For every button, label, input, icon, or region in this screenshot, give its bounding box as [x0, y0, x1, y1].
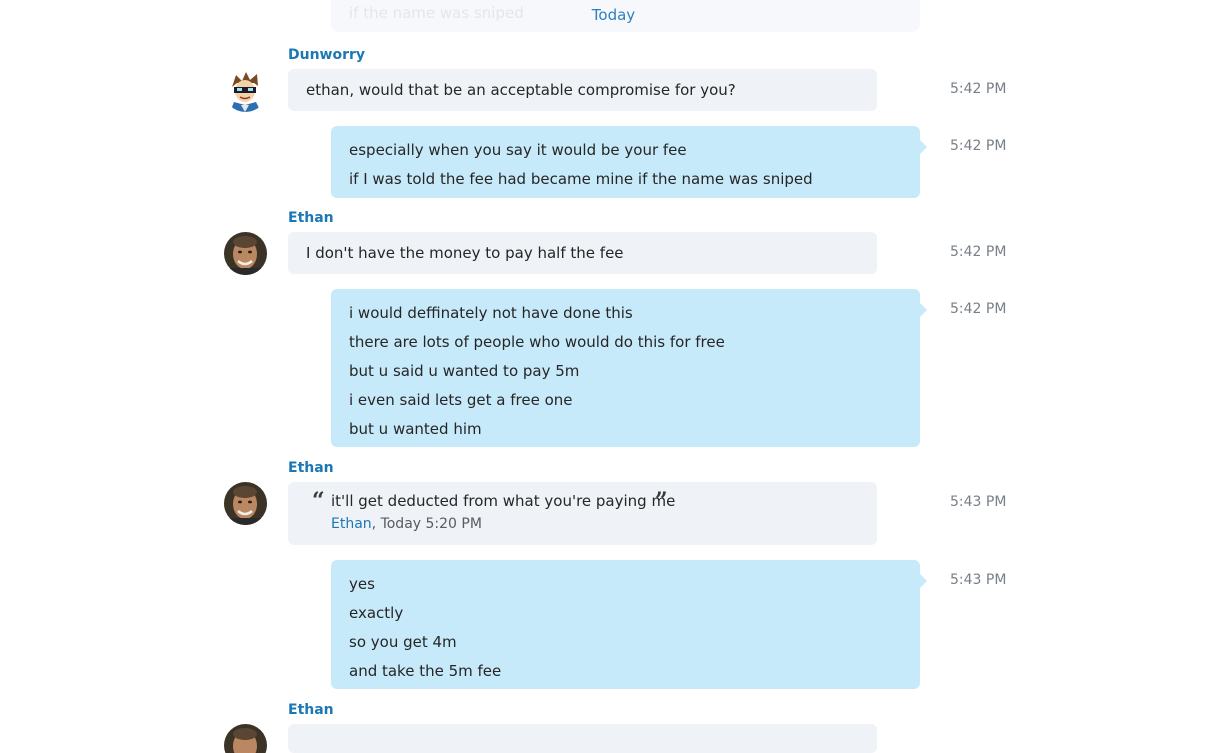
- avatar[interactable]: [224, 232, 267, 275]
- quote-text: it'll get deducted from what you're payi…: [331, 492, 676, 510]
- message-line: especially when you say it would be your…: [349, 141, 687, 159]
- incoming-quote-bubble[interactable]: “ it'll get deducted from what you're pa…: [288, 482, 877, 545]
- message-timestamp: 5:42 PM: [950, 301, 1007, 317]
- sender-name[interactable]: Ethan: [288, 460, 334, 476]
- date-divider: Today: [591, 6, 636, 24]
- sender-name[interactable]: Ethan: [288, 210, 334, 226]
- sender-name[interactable]: Ethan: [288, 702, 334, 718]
- message-timestamp: 5:42 PM: [950, 244, 1007, 260]
- message-line: if I was told the fee had became mine if…: [349, 170, 813, 188]
- incoming-message-bubble[interactable]: I don't have the money to pay half the f…: [288, 232, 877, 274]
- quote-open-icon: “: [312, 488, 325, 514]
- quote-close-icon: ”: [655, 488, 668, 514]
- message-line: i would deffinately not have done this: [349, 304, 633, 322]
- avatar-photo-icon: [224, 232, 267, 275]
- message-timestamp: 5:42 PM: [950, 81, 1007, 97]
- avatar-anime-character-icon: [224, 69, 267, 112]
- message-timestamp: 5:42 PM: [950, 138, 1007, 154]
- chat-conversation: if the name was sniped Today Dunworry et…: [0, 0, 1227, 753]
- outgoing-message-bubble[interactable]: i would deffinately not have done this t…: [331, 289, 927, 447]
- sender-name[interactable]: Dunworry: [288, 47, 365, 63]
- quote-source: Ethan, Today 5:20 PM: [331, 516, 482, 532]
- message-text: ethan, would that be an acceptable compr…: [306, 81, 736, 99]
- avatar[interactable]: [224, 69, 267, 112]
- message-text: I don't have the money to pay half the f…: [306, 244, 624, 262]
- message-line: exactly: [349, 604, 404, 622]
- incoming-message-bubble[interactable]: ethan, would that be an acceptable compr…: [288, 69, 877, 111]
- message-line: but u wanted him: [349, 420, 482, 438]
- message-line: yes: [349, 575, 375, 593]
- message-timestamp: 5:43 PM: [950, 572, 1007, 588]
- message-line: and take the 5m fee: [349, 662, 502, 680]
- message-line: but u said u wanted to pay 5m: [349, 362, 580, 380]
- outgoing-message-bubble[interactable]: yes exactly so you get 4m and take the 5…: [331, 560, 927, 689]
- avatar[interactable]: [224, 482, 267, 525]
- avatar[interactable]: [224, 724, 267, 753]
- avatar-photo-icon: [224, 482, 267, 525]
- message-line: so you get 4m: [349, 633, 457, 651]
- message-line: there are lots of people who would do th…: [349, 333, 725, 351]
- message-line: i even said lets get a free one: [349, 391, 573, 409]
- outgoing-message-bubble[interactable]: especially when you say it would be your…: [331, 126, 927, 198]
- incoming-message-bubble[interactable]: [288, 724, 877, 753]
- quote-author-link[interactable]: Ethan: [331, 516, 372, 532]
- quote-timestamp: , Today 5:20 PM: [371, 516, 482, 532]
- avatar-photo-icon: [224, 724, 267, 753]
- message-timestamp: 5:43 PM: [950, 494, 1007, 510]
